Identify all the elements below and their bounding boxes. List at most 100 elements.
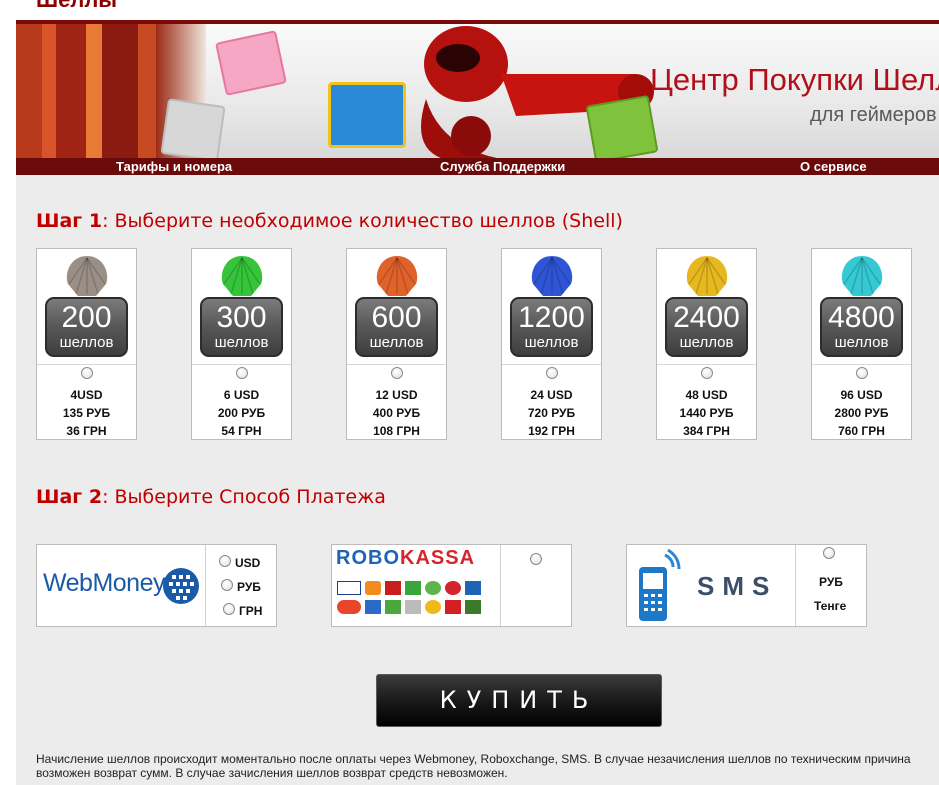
banner-title: Центр Покупки Шеллов [650,62,939,97]
package-prices: 12 USD 400 РУБ 108 ГРН [347,386,446,440]
shell-icon [531,256,573,296]
shell-amount: 600 [371,301,422,334]
shell-package-card[interactable]: 4800 шеллов 96 USD 2800 РУБ 760 ГРН [811,248,912,440]
shell-package-card[interactable]: 600 шеллов 12 USD 400 РУБ 108 ГРН [346,248,447,440]
shell-package-card[interactable]: 2400 шеллов 48 USD 1440 РУБ 384 ГРН [656,248,757,440]
shell-package-card[interactable]: 200 шеллов 4USD 135 РУБ 36 ГРН [36,248,137,440]
webmoney-logo-text: WebMoney [43,569,166,597]
price-usd: 48 USD [685,388,728,402]
package-radio[interactable] [546,367,558,379]
price-usd: 12 USD [375,388,418,402]
shell-package-image: 1200 шеллов [502,249,601,365]
sms-logo: SMS [627,545,796,626]
package-prices: 6 USD 200 РУБ 54 ГРН [192,386,291,440]
package-radio[interactable] [391,367,403,379]
shell-unit: шеллов [834,334,889,351]
gift-box-icon [585,94,659,158]
shell-package-image: 2400 шеллов [657,249,756,365]
gift-box-icon [328,82,406,148]
step-2-heading: Шаг 2: Выберите Способ Платежа [36,486,386,508]
package-radio[interactable] [236,367,248,379]
footnote: Начисление шеллов происходит моментально… [36,752,939,780]
webmoney-rub-radio[interactable] [221,579,233,591]
nav-item-support[interactable]: Служба Поддержки [440,158,565,175]
shell-amount-badge: 1200 шеллов [510,297,593,357]
sms-logo-text: SMS [697,571,778,601]
price-rub: 720 РУБ [527,406,576,420]
shell-icon [841,256,883,296]
package-radio[interactable] [856,367,868,379]
price-usd: 4USD [70,388,103,402]
robokassa-logo-kassa: KASSA [400,547,476,569]
payment-methods-icons [337,581,497,614]
gift-box-icon [215,30,287,96]
price-grn: 108 ГРН [373,424,420,438]
package-radio[interactable] [701,367,713,379]
price-usd: 6 USD [223,388,260,402]
shell-package-card[interactable]: 300 шеллов 6 USD 200 РУБ 54 ГРН [191,248,292,440]
shell-unit: шеллов [59,334,114,351]
main-content: Центр Покупки Шеллов для геймеров Тарифы… [16,20,939,785]
price-usd: 96 USD [840,388,883,402]
banner-subtitle: для геймеров [810,104,937,126]
shell-package-card[interactable]: 1200 шеллов 24 USD 720 РУБ 192 ГРН [501,248,602,440]
price-rub: 2800 РУБ [834,406,889,420]
webmoney-usd-radio[interactable] [219,555,231,567]
shell-amount-badge: 2400 шеллов [665,297,748,357]
webmoney-grn-radio[interactable] [223,603,235,615]
nav-item-about[interactable]: О сервисе [800,158,867,175]
phone-icon [639,549,681,621]
price-rub: 200 РУБ [217,406,266,420]
shell-icon [221,256,263,296]
shell-package-image: 4800 шеллов [812,249,911,365]
footnote-line-1: Начисление шеллов происходит моментально… [36,752,911,766]
buy-button[interactable]: КУПИТЬ [376,674,662,727]
webmoney-usd-label: USD [235,556,261,570]
price-rub: 1440 РУБ [679,406,734,420]
shell-icon [686,256,728,296]
shell-amount-badge: 4800 шеллов [820,297,903,357]
package-prices: 4USD 135 РУБ 36 ГРН [37,386,136,440]
price-grn: 54 ГРН [221,424,262,438]
price-usd: 24 USD [530,388,573,402]
shell-amount-badge: 600 шеллов [355,297,438,357]
price-rub: 135 РУБ [62,406,111,420]
shell-amount-badge: 300 шеллов [200,297,283,357]
package-prices: 24 USD 720 РУБ 192 ГРН [502,386,601,440]
package-radio[interactable] [81,367,93,379]
shell-unit: шеллов [524,334,579,351]
footnote-line-2: возможен возврат сумм. В случае зачислен… [36,766,508,780]
step-1-label: Шаг 1 [36,210,103,232]
shell-unit: шеллов [214,334,269,351]
shell-icon [66,256,108,296]
shell-package-image: 300 шеллов [192,249,291,365]
robokassa-logo: ROBOKASSA [332,545,501,626]
webmoney-logo: WebMoney [37,545,206,626]
payment-sms: SMS РУБ Тенге [626,544,867,627]
page-title: Шеллы [36,0,117,12]
shell-amount: 300 [216,301,267,334]
nav-item-tariffs[interactable]: Тарифы и номера [116,158,232,175]
shell-icon [376,256,418,296]
step-1-heading: Шаг 1: Выберите необходимое количество ш… [36,210,623,232]
price-grn: 192 ГРН [528,424,575,438]
shell-package-image: 200 шеллов [37,249,136,365]
webmoney-rub-label: РУБ [237,580,261,594]
step-1-text: : Выберите необходимое количество шеллов… [102,210,623,232]
gift-box-icon [160,98,226,158]
robokassa-logo-robo: ROBO [336,547,400,569]
webmoney-grn-label: ГРН [239,604,263,618]
header-banner: Центр Покупки Шеллов для геймеров [16,20,939,158]
shell-amount: 4800 [828,301,895,334]
shell-unit: шеллов [679,334,734,351]
robokassa-radio[interactable] [530,553,542,565]
payment-robokassa: ROBOKASSA [331,544,572,627]
step-2-label: Шаг 2 [36,486,103,508]
sms-radio[interactable] [823,547,835,559]
top-navigation: Тарифы и номера Служба Поддержки О серви… [16,158,939,175]
price-grn: 384 ГРН [683,424,730,438]
step-2-text: : Выберите Способ Платежа [102,486,386,508]
shell-amount: 200 [61,301,112,334]
payment-webmoney: WebMoney USD РУБ ГРН [36,544,277,627]
shell-unit: шеллов [369,334,424,351]
